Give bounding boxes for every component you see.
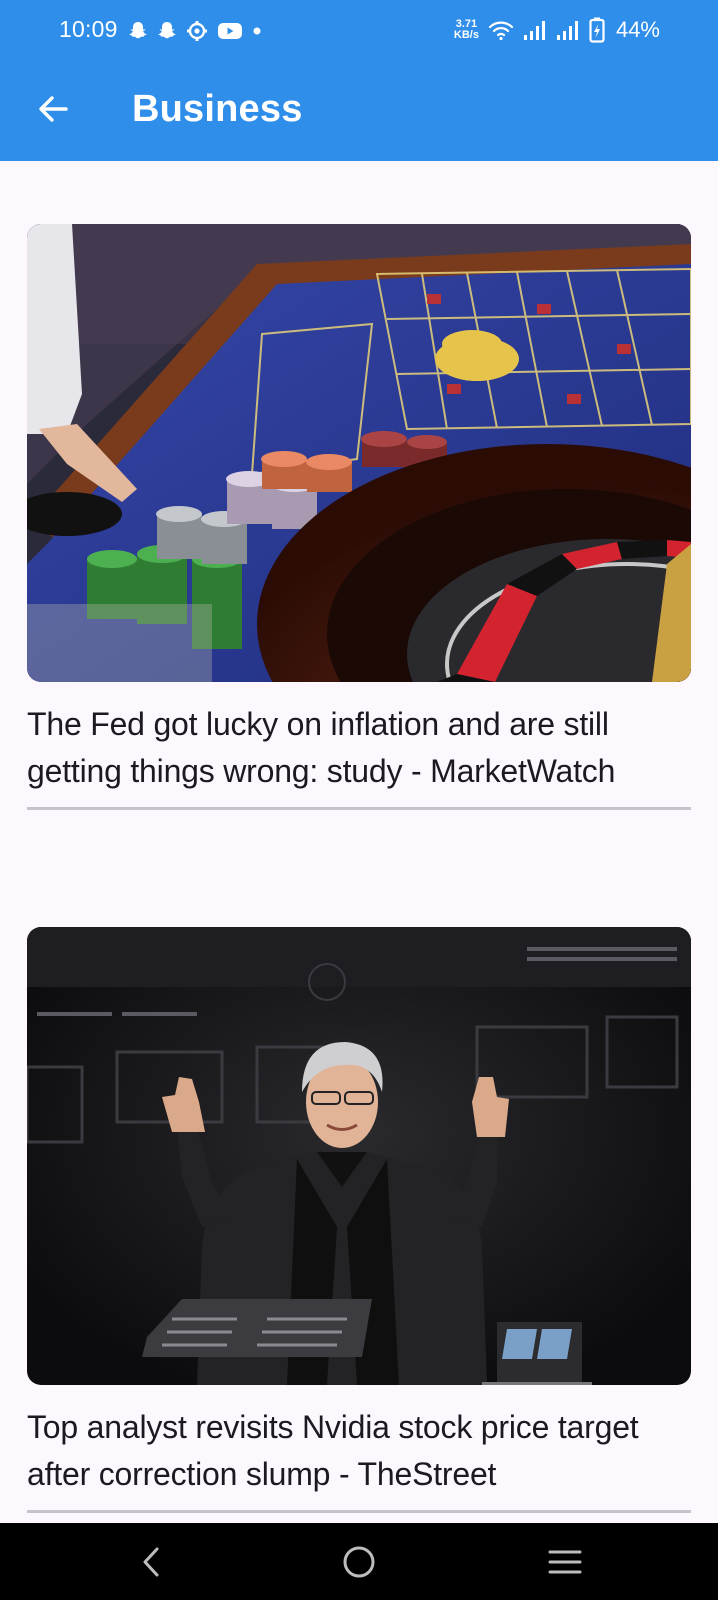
- signal-icon: [523, 21, 545, 40]
- article-headline[interactable]: Top analyst revisits Nvidia stock price …: [27, 1404, 691, 1498]
- menu-lines-icon: [548, 1550, 582, 1574]
- notification-icons: [128, 19, 262, 43]
- status-right-icons: 3.71 KB/s 44%: [454, 14, 660, 46]
- network-speed: 3.71 KB/s: [454, 19, 479, 41]
- nav-home-button[interactable]: [329, 1541, 389, 1583]
- system-nav-bar: [0, 1523, 718, 1600]
- app-bar: Business: [0, 60, 718, 161]
- status-bar: 10:09 3.71 KB/s 44%: [0, 0, 718, 60]
- wifi-icon: [488, 21, 514, 41]
- youtube-icon: [218, 23, 242, 39]
- page-title: Business: [132, 88, 303, 130]
- divider: [27, 1510, 691, 1513]
- settings-gear-icon: [187, 21, 207, 41]
- status-time: 10:09: [59, 16, 118, 42]
- arrow-left-icon: [39, 96, 68, 122]
- signal-icon: [556, 21, 578, 40]
- nav-back-button[interactable]: [121, 1541, 181, 1583]
- network-speed-unit: KB/s: [453, 29, 479, 41]
- article-card[interactable]: Top analyst revisits Nvidia stock price …: [27, 927, 691, 1513]
- snapchat-icon: [158, 22, 176, 39]
- article-headline[interactable]: The Fed got lucky on inflation and are s…: [27, 701, 691, 795]
- back-button[interactable]: [28, 84, 78, 134]
- circle-home-icon: [343, 1546, 375, 1578]
- article-image[interactable]: [27, 927, 691, 1385]
- snapchat-icon: [129, 22, 147, 39]
- battery-percent: 44%: [615, 17, 660, 42]
- battery-charging-icon: [589, 17, 605, 43]
- chevron-left-icon: [143, 1547, 159, 1577]
- dot-icon: [253, 27, 261, 35]
- divider: [27, 807, 691, 810]
- roulette-table-image: [27, 224, 691, 682]
- article-card[interactable]: The Fed got lucky on inflation and are s…: [27, 224, 691, 810]
- article-image[interactable]: [27, 224, 691, 682]
- news-feed[interactable]: The Fed got lucky on inflation and are s…: [0, 161, 718, 1523]
- nvidia-keynote-image: [27, 927, 691, 1385]
- nav-recents-button[interactable]: [535, 1541, 595, 1583]
